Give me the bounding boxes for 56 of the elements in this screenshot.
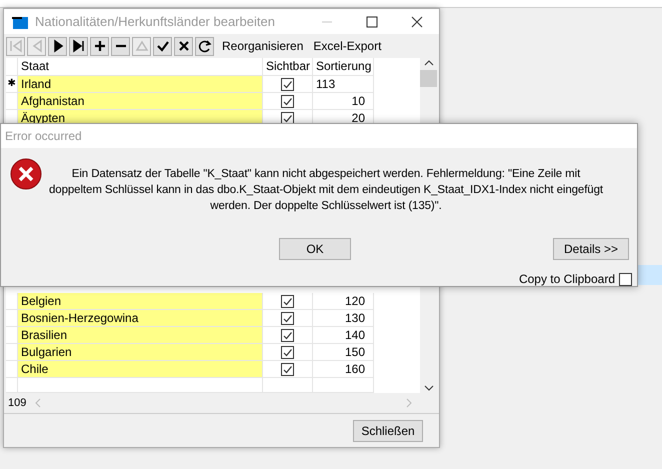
table-cell: 113 — [313, 76, 374, 93]
toolbar-button[interactable] — [69, 36, 88, 56]
toolbar-button[interactable] — [195, 36, 214, 56]
table-cell: Bulgarien — [18, 344, 263, 361]
checkbox-label: Copy to Clipboard — [518, 271, 615, 288]
checkbox[interactable] — [281, 312, 294, 324]
table-cell: 150 — [313, 344, 374, 361]
table-cell: Belgien — [18, 293, 263, 310]
checkbox[interactable] — [281, 78, 294, 90]
toolbar-button[interactable] — [90, 36, 109, 56]
checkbox[interactable] — [281, 112, 294, 124]
table-cell: Afghanistan — [18, 93, 263, 110]
table-cell: 10 — [313, 93, 374, 110]
table-cell: Brasilien — [18, 327, 263, 344]
table-cell: 140 — [313, 327, 374, 344]
row-marker: ✱ — [8, 78, 16, 89]
table-cell: 130 — [313, 310, 374, 327]
toolbar-link[interactable]: Reorganisieren — [220, 37, 306, 55]
checkbox[interactable] — [281, 94, 294, 108]
column-header[interactable]: Sichtbar — [263, 58, 313, 76]
dialog-title: Error occurred — [1, 124, 637, 148]
table-cell: Bosnien-Herzegowina — [18, 310, 263, 327]
record-count: 109 — [8, 396, 26, 411]
column-header[interactable]: Staat — [18, 58, 263, 76]
table-cell: Irland — [18, 76, 263, 93]
table-cell: Chile — [18, 361, 263, 378]
table-cell: 160 — [313, 361, 374, 378]
maximize-icon[interactable] — [366, 16, 378, 28]
toolbar-button[interactable] — [174, 36, 193, 56]
checkbox[interactable] — [619, 272, 632, 286]
details-button[interactable]: Details >> — [553, 238, 629, 260]
toolbar-link[interactable]: Excel-Export — [311, 37, 384, 55]
table-cell: 120 — [313, 293, 374, 310]
app-icon — [12, 14, 29, 28]
toolbar-button[interactable] — [111, 36, 130, 56]
refresh-icon — [196, 38, 212, 54]
checkbox[interactable] — [281, 362, 294, 376]
checkbox[interactable] — [281, 346, 294, 358]
close-button[interactable]: Schließen — [353, 420, 423, 442]
close-icon[interactable] — [410, 16, 422, 28]
triangle-icon — [134, 38, 150, 54]
checkbox[interactable] — [281, 294, 294, 308]
window-title: Nationalitäten/Herkunftsländer bearbeiten — [35, 12, 276, 31]
scroll-down-icon[interactable] — [424, 383, 434, 393]
ok-button[interactable]: OK — [279, 238, 351, 260]
scrollbar-thumb[interactable] — [420, 70, 437, 87]
selected-row-strip — [638, 265, 662, 285]
toolbar-button[interactable] — [48, 36, 67, 56]
last-record-icon — [70, 38, 86, 54]
error-message: Ein Datensatz der Tabelle "K_Staat" kann nicht abgespeichert werden. Fehlermeldung: "Eine Zeile mit doppeltem Schlüssel kann in das dbo.K_Staat-Objekt mit dem eindeutigen K_Staat_IDX1-Index nicht eingefügt werden. Der doppelte Schlüsselwert ist (135)". — [48, 167, 604, 214]
scroll-up-icon[interactable] — [424, 58, 434, 68]
toolbar-button[interactable] — [153, 36, 172, 56]
column-header[interactable]: Sortierung — [313, 58, 374, 76]
checkbox[interactable] — [281, 328, 294, 342]
error-icon — [10, 158, 42, 190]
first-record-icon — [8, 38, 24, 54]
